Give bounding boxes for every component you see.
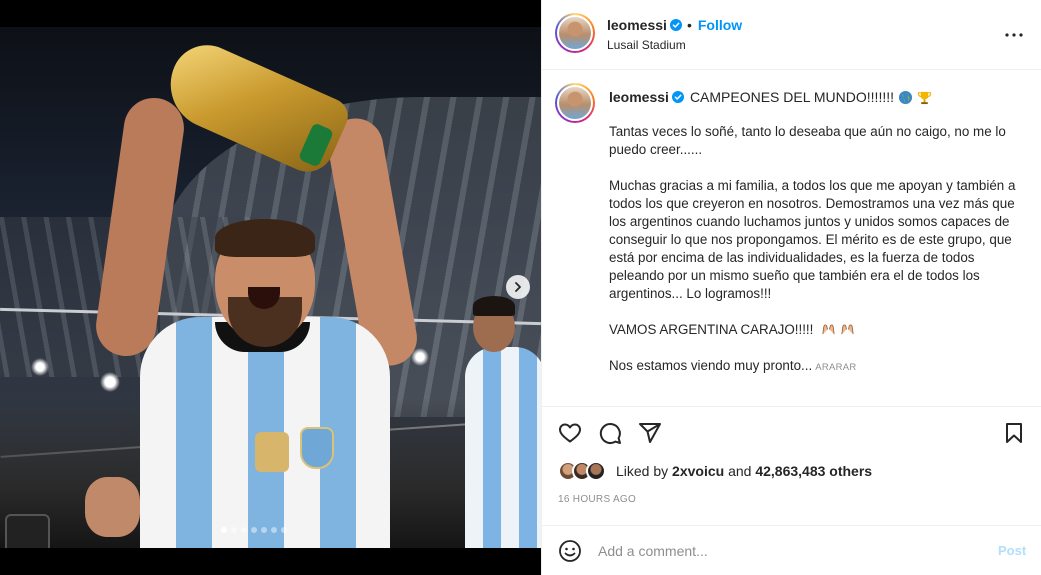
trophy-emoji-icon	[917, 91, 932, 104]
post-comment-button[interactable]: Post	[998, 543, 1026, 558]
caption-paragraph: Tantas veces lo soñé, tanto lo deseaba q…	[609, 124, 1006, 157]
carousel-dot	[261, 527, 267, 533]
carousel-dot	[271, 527, 277, 533]
liker-username[interactable]: 2xvoicu	[672, 463, 724, 479]
post-location[interactable]: Lusail Stadium	[607, 38, 686, 52]
likes-count[interactable]: 42,863,483 others	[755, 463, 872, 479]
caption-title: CAMPEONES DEL MUNDO!!!!!!!	[689, 89, 895, 105]
comment-button[interactable]	[598, 421, 624, 447]
champion-badge	[255, 432, 289, 472]
caption-username[interactable]: leomessi	[609, 89, 669, 105]
post-caption: leomessi CAMPEONES DEL MUNDO!!!!!!! Tant…	[542, 71, 1041, 406]
teammate	[465, 296, 541, 548]
liker-avatars	[558, 461, 612, 481]
player-lifting-trophy	[92, 94, 422, 548]
phone	[5, 514, 50, 548]
action-bar	[542, 406, 1041, 458]
comment-bar: Post	[542, 525, 1041, 575]
comment-icon	[599, 423, 621, 444]
save-button[interactable]	[1002, 421, 1028, 447]
carousel-dot	[221, 527, 227, 533]
carousel-next-button[interactable]	[506, 275, 530, 299]
smiley-icon	[559, 540, 581, 562]
post-panel: leomessi • Follow Lusail Stadium leomess…	[541, 0, 1041, 575]
comment-input[interactable]	[598, 541, 978, 561]
caption-body: Tantas veces lo soñé, tanto lo deseaba q…	[609, 123, 1019, 395]
carousel-dot	[231, 527, 237, 533]
more-options-button[interactable]	[1002, 25, 1026, 45]
raised-hands-emoji-icon	[841, 324, 854, 335]
caption-paragraph: Nos estamos viendo muy pronto... ARARAR	[609, 358, 857, 373]
verified-badge-icon	[669, 19, 682, 31]
carousel-dot	[281, 527, 287, 533]
hand	[85, 477, 140, 537]
likes-summary: Liked by 2xvoicu and 42,863,483 others	[558, 461, 872, 481]
heart-icon	[559, 423, 581, 443]
follow-button[interactable]: Follow	[698, 17, 742, 33]
carousel-dot	[241, 527, 247, 533]
send-icon	[639, 423, 661, 443]
like-button[interactable]	[558, 421, 584, 447]
globe-emoji-icon	[898, 90, 913, 104]
emoji-picker-button[interactable]	[558, 539, 582, 563]
verified-badge-icon	[671, 91, 684, 103]
caption-paragraph: VAMOS ARGENTINA CARAJO!!!!!	[609, 321, 1019, 339]
avatar[interactable]	[555, 83, 595, 123]
author-username[interactable]: leomessi	[607, 17, 667, 33]
bookmark-icon	[1006, 423, 1022, 443]
caption-more-link[interactable]: ARARAR	[815, 362, 856, 373]
more-horizontal-icon	[1005, 33, 1023, 37]
post-media[interactable]	[0, 0, 541, 575]
avatar[interactable]	[586, 461, 606, 481]
chevron-right-icon	[515, 282, 521, 292]
post-timestamp[interactable]: 16 HOURS AGO	[558, 494, 636, 505]
post-photo	[0, 27, 541, 548]
raised-hands-emoji-icon	[822, 324, 835, 335]
likes-middle: and	[728, 463, 752, 479]
carousel-dot	[251, 527, 257, 533]
carousel-indicator	[221, 527, 287, 533]
post-header: leomessi • Follow Lusail Stadium	[542, 0, 1041, 70]
likes-prefix: Liked by	[616, 463, 669, 479]
avatar[interactable]	[555, 13, 595, 53]
afa-crest	[300, 427, 334, 469]
share-button[interactable]	[638, 421, 664, 447]
separator-dot: •	[686, 17, 692, 33]
caption-paragraph: Muchas gracias a mi familia, a todos los…	[609, 178, 1016, 301]
